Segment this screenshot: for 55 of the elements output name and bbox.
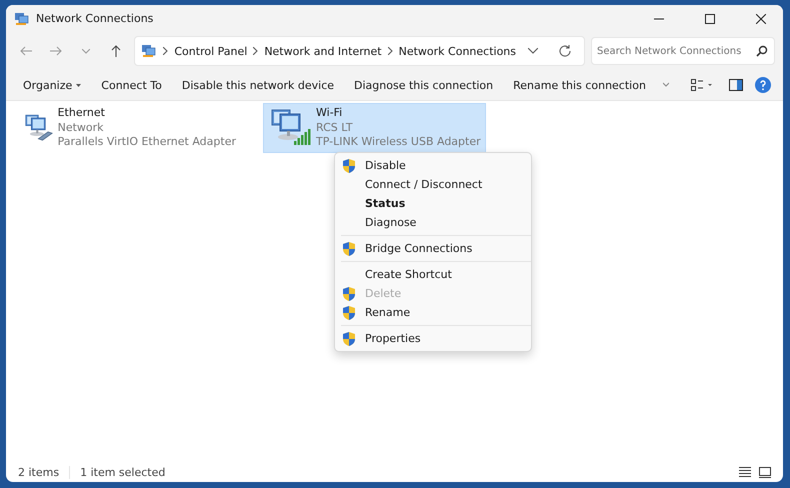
toolbar-button[interactable]: Connect To [92,74,171,96]
view-options-icon[interactable] [691,79,713,91]
dropdown-icon[interactable] [528,48,538,54]
large-icons-view-icon[interactable] [759,466,771,478]
menu-item[interactable]: Status [335,194,531,213]
toolbar-button[interactable]: Disable this network device [172,74,344,96]
back-arrow-icon[interactable] [20,46,32,56]
toolbar-button[interactable]: Diagnose this connection [345,74,502,96]
menu-item[interactable]: Diagnose [335,213,531,232]
search-icon [756,45,768,57]
connection-name: Wi-Fi [316,106,344,120]
chevron-down-icon[interactable] [82,48,90,54]
network-icon [141,44,158,58]
search-field[interactable]: Search Network Connections [591,37,776,65]
shield-icon [341,304,357,320]
network-icon [14,12,30,26]
shield-icon [341,330,357,346]
forward-arrow-icon[interactable] [50,46,62,56]
breadcrumb[interactable]: Network Connections [398,44,516,58]
maximize-icon[interactable] [704,14,714,24]
chevron-icon [163,47,168,55]
preview-pane-icon[interactable] [729,79,743,91]
shield-icon [341,158,357,174]
up-arrow-icon[interactable] [111,45,122,57]
more-icon[interactable] [662,82,669,88]
chevron-icon [253,47,258,55]
close-icon[interactable] [756,14,766,24]
menu-item[interactable]: Properties [335,329,531,348]
connection-status: Network [58,120,105,135]
menu-item[interactable]: Rename [335,303,531,322]
connection-status: RCS LT [316,120,354,135]
item-count: 2 items [18,466,70,478]
adapter-name: TP-LINK Wireless USB Adapter [316,135,481,150]
help-icon[interactable] [755,77,771,93]
window-title: Network Connections [36,12,154,25]
breadcrumb[interactable]: Control Panel [174,44,248,58]
toolbar-button[interactable]: Organize [14,74,90,96]
adapter-name: Parallels VirtIO Ethernet Adapter [58,135,236,150]
toolbar-button[interactable]: Rename this connection [504,74,655,96]
breadcrumb[interactable]: Network and Internet [264,44,382,58]
refresh-icon[interactable] [558,44,572,58]
connection-name: Ethernet [58,106,106,120]
connection-item[interactable]: Ethernet Network Parallels VirtIO Ethernet Adapter [18,103,241,153]
details-view-icon[interactable] [739,467,751,477]
chevron-icon [388,47,393,55]
shield-icon [341,240,357,256]
selection-count: 1 item selected [80,466,166,478]
address-bar[interactable]: Control Panel Network and Internet Network Connections [134,36,586,66]
menu-item[interactable]: Connect / Disconnect [335,175,531,194]
menu-item[interactable]: Bridge Connections [335,239,531,258]
shield-icon [341,286,357,302]
caret-icon [76,84,82,86]
menu-item[interactable]: Disable [335,156,531,175]
connection-item[interactable]: Wi-Fi RCS LT TP-LINK Wireless USB Adapter [263,103,486,153]
menu-item[interactable]: Create Shortcut [335,265,531,284]
